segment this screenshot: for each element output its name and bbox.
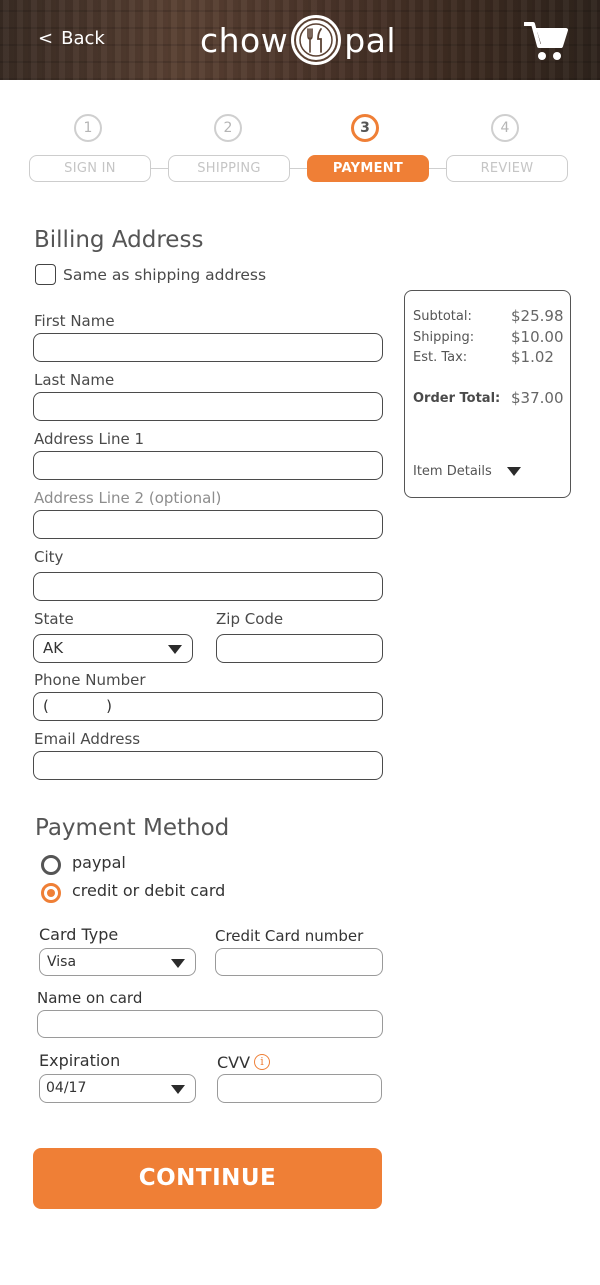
email-address-field[interactable]	[33, 751, 383, 780]
expiration-value: 04/17	[46, 1080, 87, 1096]
step-shipping[interactable]: SHIPPING	[168, 155, 290, 182]
name-on-card-field[interactable]	[37, 1010, 383, 1038]
same-as-shipping-label: Same as shipping address	[63, 266, 267, 284]
paypal-radio[interactable]	[41, 855, 61, 875]
city-label: City	[34, 548, 64, 566]
item-details-toggle[interactable]: Item Details	[413, 464, 492, 479]
first-name-field[interactable]	[33, 333, 383, 362]
expiration-select[interactable]: 04/17	[39, 1074, 196, 1103]
card-type-select[interactable]: Visa	[39, 948, 196, 976]
address-line-1-label: Address Line 1	[34, 430, 145, 448]
phone-number-field[interactable]: ( )	[33, 692, 383, 721]
continue-button[interactable]: CONTINUE	[33, 1148, 382, 1209]
state-value: AK	[43, 639, 64, 657]
back-button[interactable]: < Back	[38, 28, 105, 49]
step-connector	[428, 168, 446, 169]
subtotal-label: Subtotal:	[413, 309, 472, 324]
chowpal-logo: chow pal	[200, 12, 396, 68]
cvv-field[interactable]	[217, 1074, 382, 1103]
step-connector	[290, 168, 308, 169]
name-on-card-label: Name on card	[37, 989, 143, 1007]
card-type-value: Visa	[47, 954, 77, 970]
logo-text-left: chow	[200, 20, 289, 60]
phone-number-label: Phone Number	[34, 671, 146, 689]
paypal-label: paypal	[72, 853, 126, 872]
step-connector	[151, 168, 169, 169]
caret-down-icon	[168, 645, 182, 654]
address-line-1-field[interactable]	[33, 451, 383, 480]
step-1-number: 1	[74, 114, 102, 142]
step-3-number: 3	[351, 114, 379, 142]
zip-code-label: Zip Code	[216, 610, 284, 628]
step-4-number: 4	[491, 114, 519, 142]
order-total-label: Order Total:	[413, 391, 501, 406]
app-header: < Back chow pal	[0, 0, 600, 80]
same-as-shipping-checkbox[interactable]	[35, 264, 56, 285]
tax-label: Est. Tax:	[413, 350, 468, 365]
billing-address-title: Billing Address	[34, 227, 204, 253]
info-icon[interactable]: i	[254, 1054, 270, 1070]
order-total-value: $37.00	[511, 389, 564, 407]
shipping-label: Shipping:	[413, 330, 475, 345]
state-label: State	[34, 610, 74, 628]
caret-down-icon[interactable]	[507, 467, 521, 476]
expiration-label: Expiration	[39, 1051, 121, 1070]
card-type-label: Card Type	[39, 925, 119, 944]
zip-code-field[interactable]	[216, 634, 383, 663]
step-review[interactable]: REVIEW	[446, 155, 568, 182]
caret-down-icon	[171, 959, 185, 968]
logo-text-right: pal	[344, 20, 397, 60]
tax-value: $1.02	[511, 348, 554, 366]
step-2-number: 2	[214, 114, 242, 142]
last-name-label: Last Name	[34, 371, 115, 389]
shipping-value: $10.00	[511, 328, 564, 346]
city-field[interactable]	[33, 572, 383, 601]
state-select[interactable]: AK	[33, 634, 193, 663]
cart-icon[interactable]	[523, 20, 568, 62]
cvv-label: CVV	[217, 1053, 251, 1072]
email-address-label: Email Address	[34, 730, 141, 748]
back-label: Back	[61, 28, 105, 49]
order-summary: Subtotal: $25.98 Shipping: $10.00 Est. T…	[404, 290, 571, 498]
card-number-label: Credit Card number	[215, 927, 364, 945]
payment-method-title: Payment Method	[35, 815, 230, 841]
fork-knife-icon	[291, 15, 342, 65]
step-payment[interactable]: PAYMENT	[307, 155, 429, 182]
subtotal-value: $25.98	[511, 307, 564, 325]
card-label: credit or debit card	[72, 881, 226, 900]
caret-down-icon	[171, 1085, 185, 1094]
card-radio[interactable]	[41, 883, 61, 903]
last-name-field[interactable]	[33, 392, 383, 421]
first-name-label: First Name	[34, 312, 115, 330]
chevron-left-icon: <	[38, 28, 54, 49]
address-line-2-field[interactable]	[33, 510, 383, 539]
card-number-field[interactable]	[215, 948, 383, 976]
address-line-2-label: Address Line 2 (optional)	[34, 489, 222, 507]
step-sign-in[interactable]: SIGN IN	[29, 155, 151, 182]
